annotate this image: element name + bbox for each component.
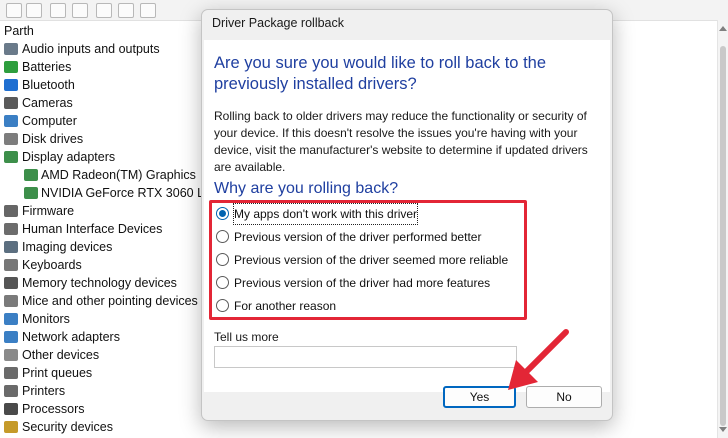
tree-item[interactable]: Security devices xyxy=(0,418,200,436)
display-adapter-icon xyxy=(24,187,38,199)
dialog-title: Driver Package rollback xyxy=(212,16,344,30)
tell-us-more-label: Tell us more xyxy=(214,330,279,344)
tree-item[interactable]: Human Interface Devices xyxy=(0,220,200,238)
update-driver-icon[interactable] xyxy=(96,3,112,18)
tree-item[interactable]: Monitors xyxy=(0,310,200,328)
memory-icon xyxy=(4,277,18,289)
hid-icon xyxy=(4,223,18,235)
back-icon[interactable] xyxy=(6,3,22,18)
battery-icon xyxy=(4,61,18,73)
speaker-icon xyxy=(4,43,18,55)
tree-item[interactable]: Other devices xyxy=(0,346,200,364)
tree-root-label: Parth xyxy=(4,24,34,38)
reason-label: Previous version of the driver seemed mo… xyxy=(234,253,509,267)
print-queue-icon xyxy=(4,367,18,379)
tree-item[interactable]: Memory technology devices xyxy=(0,274,200,292)
processor-icon xyxy=(4,403,18,415)
tree-item[interactable]: Printers xyxy=(0,382,200,400)
tree-item[interactable]: Imaging devices xyxy=(0,238,200,256)
radio-button[interactable] xyxy=(216,276,229,289)
tree-item[interactable]: Keyboards xyxy=(0,256,200,274)
tree-item-label: Network adapters xyxy=(22,330,120,344)
tree-item-label: Human Interface Devices xyxy=(22,222,163,236)
radio-button[interactable] xyxy=(216,207,229,220)
tree-item-label: NVIDIA GeForce RTX 3060 Lap xyxy=(41,186,218,200)
tree-item[interactable]: Bluetooth xyxy=(0,76,200,94)
tree-item-label: Batteries xyxy=(22,60,72,74)
computer-icon xyxy=(4,115,18,127)
tree-item[interactable]: Processors xyxy=(0,400,200,418)
radio-button[interactable] xyxy=(216,230,229,243)
reason-label: My apps don't work with this driver xyxy=(232,203,419,225)
tree-item-label: Bluetooth xyxy=(22,78,75,92)
tree-item-label: Cameras xyxy=(22,96,73,110)
disk-drive-icon xyxy=(4,133,18,145)
uninstall-icon[interactable] xyxy=(118,3,134,18)
tell-us-more-input[interactable] xyxy=(214,346,517,368)
tree-item[interactable]: Mice and other pointing devices xyxy=(0,292,200,310)
printer-icon xyxy=(4,385,18,397)
annotation-arrow-icon xyxy=(508,329,569,390)
display-adapter-icon xyxy=(4,151,18,163)
tree-item[interactable]: Print queues xyxy=(0,364,200,382)
display-adapter-icon xyxy=(24,169,38,181)
reason-label: Previous version of the driver had more … xyxy=(234,276,491,290)
vertical-scrollbar[interactable] xyxy=(717,20,728,438)
reason-label: Previous version of the driver performed… xyxy=(234,230,482,244)
help-icon[interactable] xyxy=(72,3,88,18)
tree-item-label: Printers xyxy=(22,384,66,398)
tree-item[interactable]: Disk drives xyxy=(0,130,200,148)
tree-item-label: Imaging devices xyxy=(22,240,113,254)
tree-item-label: Processors xyxy=(22,402,85,416)
reasons-highlight-box: My apps don't work with this driver Prev… xyxy=(209,200,527,320)
scroll-down-icon[interactable] xyxy=(719,427,727,432)
scroll-up-icon[interactable] xyxy=(719,26,727,31)
dialog-heading: Are you sure you would like to roll back… xyxy=(214,54,547,93)
forward-icon[interactable] xyxy=(26,3,42,18)
firmware-icon xyxy=(4,205,18,217)
camera-icon xyxy=(4,97,18,109)
tree-item-label: Disk drives xyxy=(22,132,84,146)
tree-item-label: AMD Radeon(TM) Graphics xyxy=(41,168,196,182)
radio-button[interactable] xyxy=(216,253,229,266)
network-icon xyxy=(4,331,18,343)
tree-item-label: Other devices xyxy=(22,348,100,362)
reason-label: For another reason xyxy=(234,299,337,313)
tree-item-label: Firmware xyxy=(22,204,75,218)
tree-item[interactable]: Batteries xyxy=(0,58,200,76)
radio-button[interactable] xyxy=(216,299,229,312)
tree-item-label: Mice and other pointing devices xyxy=(22,294,198,308)
security-device-icon xyxy=(4,421,18,433)
tree-root[interactable]: Parth xyxy=(0,22,200,40)
mouse-icon xyxy=(4,295,18,307)
tree-item[interactable]: Audio inputs and outputs xyxy=(0,40,200,58)
tree-item-label: Display adapters xyxy=(22,150,116,164)
tree-item[interactable]: Network adapters xyxy=(0,328,200,346)
device-tree: Parth Audio inputs and outputs Batteries B… xyxy=(0,22,218,436)
tree-item-label: Memory technology devices xyxy=(22,276,177,290)
other-device-icon xyxy=(4,349,18,361)
tree-item[interactable]: AMD Radeon(TM) Graphics xyxy=(0,166,200,184)
tree-item-label: Security devices xyxy=(22,420,114,434)
tree-item-label: Keyboards xyxy=(22,258,82,272)
tree-item[interactable]: Computer xyxy=(0,112,200,130)
tree-item[interactable]: Firmware xyxy=(0,202,200,220)
scan-hardware-icon[interactable] xyxy=(140,3,156,18)
monitor-icon xyxy=(4,313,18,325)
scrollbar-thumb[interactable] xyxy=(720,46,726,426)
tree-item[interactable]: NVIDIA GeForce RTX 3060 Lap xyxy=(0,184,218,202)
keyboard-icon xyxy=(4,259,18,271)
tree-item[interactable]: Display adapters xyxy=(0,148,200,166)
dialog-description: Rolling back to older drivers may reduce… xyxy=(214,109,588,174)
tree-item-label: Audio inputs and outputs xyxy=(22,42,160,56)
reasons-heading: Why are you rolling back? xyxy=(214,180,399,197)
bluetooth-icon xyxy=(4,79,18,91)
tree-item-label: Monitors xyxy=(22,312,70,326)
tree-item[interactable]: Cameras xyxy=(0,94,200,112)
imaging-icon xyxy=(4,241,18,253)
tree-item-label: Print queues xyxy=(22,366,93,380)
properties-icon[interactable] xyxy=(50,3,66,18)
tree-item-label: Computer xyxy=(22,114,77,128)
